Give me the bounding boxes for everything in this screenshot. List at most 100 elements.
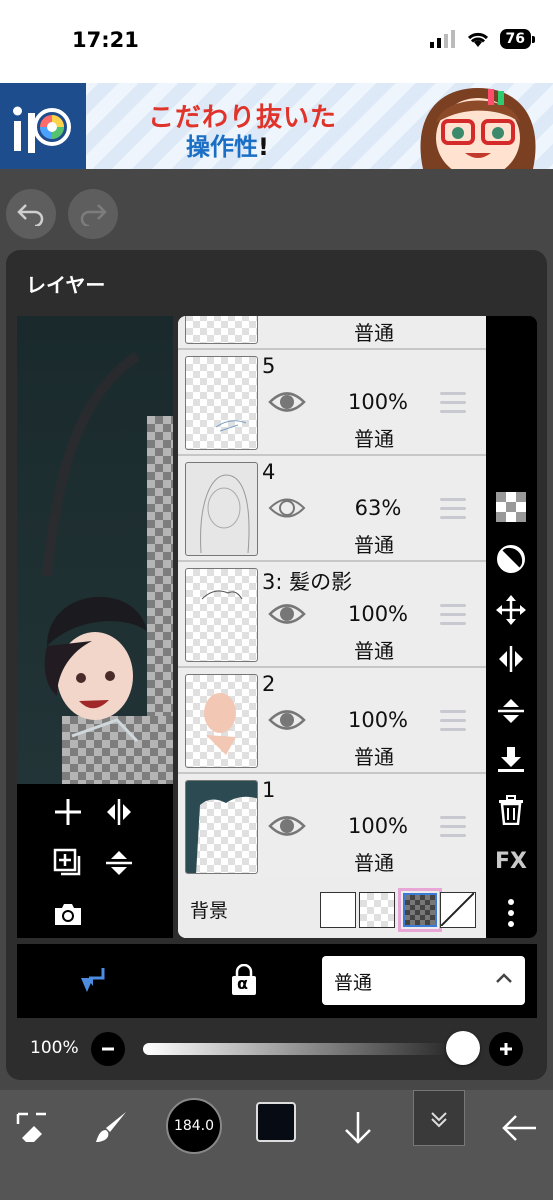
move-button[interactable]: [494, 593, 528, 627]
layer-name: 3: 髪の影: [262, 570, 353, 594]
layer-row-hidden-top[interactable]: 普通: [178, 316, 486, 350]
opacity-increase-button[interactable]: [489, 1032, 523, 1066]
arrow-left-icon: [502, 1115, 536, 1141]
camera-button[interactable]: [50, 896, 86, 932]
layer-blend-mode: 普通: [354, 533, 394, 557]
alpha-label: α: [237, 974, 248, 993]
background-none-swatch[interactable]: [440, 892, 476, 928]
visibility-eye-icon[interactable]: [268, 813, 306, 839]
chevron-down-icon: [431, 1112, 447, 1128]
layer-opacity: 100%: [347, 390, 409, 414]
flip-vertical-icon: [106, 851, 132, 875]
layer-row-5[interactable]: 5 100% 普通: [178, 350, 486, 456]
flip-vertical-icon: [498, 699, 524, 723]
duplicate-layer-icon: [53, 848, 81, 876]
merge-down-button[interactable]: [494, 743, 528, 777]
color-swatch[interactable]: [256, 1102, 296, 1142]
move-arrows-icon: [496, 595, 526, 625]
layer-row-2[interactable]: 2 100% 普通: [178, 668, 486, 774]
visibility-eye-icon[interactable]: [268, 389, 306, 415]
redo-button[interactable]: [68, 189, 118, 239]
clipping-button[interactable]: [77, 964, 109, 1000]
transform-eraser-button[interactable]: [2, 1098, 62, 1158]
flip-horizontal-icon: [499, 646, 523, 672]
ad-subheadline-text: 操作性: [186, 133, 258, 161]
layer-row-1[interactable]: 1 100% 普通: [178, 774, 486, 880]
status-time: 17:21: [72, 28, 139, 52]
flip-layer-horizontal-button[interactable]: [494, 642, 528, 676]
flip-vertical-button[interactable]: [101, 845, 137, 881]
reorder-handle-icon[interactable]: [440, 392, 466, 419]
back-button[interactable]: [490, 1098, 550, 1158]
ad-character-illustration: [403, 83, 553, 169]
reorder-handle-icon[interactable]: [440, 604, 466, 631]
layer-row-4[interactable]: 4 63% 普通: [178, 456, 486, 562]
visibility-eye-icon[interactable]: [268, 707, 306, 733]
layer-thumbnail: [185, 462, 258, 556]
more-options-button[interactable]: [494, 896, 528, 930]
layer-opacity: 63%: [354, 496, 402, 520]
canvas-preview[interactable]: [17, 316, 173, 784]
background-dark-checker-swatch[interactable]: [398, 888, 442, 932]
layer-tools-right: FX: [486, 316, 537, 938]
status-bar: 17:21 76: [0, 0, 553, 83]
character-portrait: [42, 351, 147, 743]
layer-thumbnail: [185, 356, 258, 450]
opacity-slider-knob[interactable]: [446, 1031, 480, 1065]
layer-name: 4: [262, 460, 276, 484]
layer-options-bar: α 普通: [17, 944, 537, 1018]
layer-thumbnail: [185, 568, 258, 662]
layer-name: 1: [262, 778, 276, 802]
opacity-label: 100%: [30, 1038, 79, 1058]
layer-panel-title: レイヤー: [26, 273, 106, 297]
clipping-arrow-icon: [81, 968, 105, 992]
wifi-icon: [467, 32, 488, 47]
visibility-eye-icon[interactable]: [268, 495, 306, 521]
chevron-up-icon: [496, 973, 512, 983]
undo-button[interactable]: [6, 189, 56, 239]
alpha-lock-button[interactable]: α: [229, 963, 259, 1000]
layer-row-3[interactable]: 3: 髪の影 100% 普通: [178, 562, 486, 668]
background-light-checker-swatch[interactable]: [359, 892, 395, 928]
opacity-slider-track[interactable]: [143, 1043, 463, 1055]
fx-button[interactable]: FX: [494, 844, 528, 878]
flip-horizontal-button[interactable]: [101, 794, 137, 830]
layer-list[interactable]: 普通 5 100% 普通 4 63% 普通 3: 髪の影 100% 普通 2 1…: [178, 316, 486, 938]
move-down-button[interactable]: [328, 1098, 388, 1158]
ad-subheadline: 操作性!: [186, 127, 269, 162]
opacity-slider-row: 100%: [17, 1024, 537, 1074]
duplicate-layer-button[interactable]: [50, 845, 86, 881]
ad-banner[interactable]: こだわり抜いた 操作性!: [0, 83, 553, 169]
status-icons: 76: [429, 29, 536, 49]
transparency-button[interactable]: [494, 490, 528, 524]
blend-mode-select[interactable]: 普通: [322, 956, 525, 1005]
layer-tools-left: [17, 784, 173, 938]
visibility-eye-icon[interactable]: [268, 601, 306, 627]
layer-blend-mode: 普通: [354, 745, 394, 769]
flip-layer-vertical-button[interactable]: [494, 694, 528, 728]
layer-blend-mode: 普通: [354, 639, 394, 663]
signal-icon: [429, 30, 455, 48]
invert-button[interactable]: [494, 542, 528, 576]
reorder-handle-icon[interactable]: [440, 816, 466, 843]
opacity-decrease-button[interactable]: [91, 1032, 125, 1066]
camera-icon: [55, 904, 81, 925]
plus-icon: [500, 1043, 512, 1055]
reorder-handle-icon[interactable]: [440, 710, 466, 737]
add-layer-button[interactable]: [50, 794, 86, 830]
layer-dropdown-button[interactable]: [413, 1090, 465, 1146]
undo-icon: [17, 204, 44, 226]
brush-tool-button[interactable]: [82, 1098, 142, 1158]
brush-size-indicator[interactable]: 184.0: [166, 1098, 222, 1154]
redo-icon: [80, 204, 107, 226]
reorder-handle-icon[interactable]: [440, 498, 466, 525]
checkerboard-icon: [496, 492, 526, 522]
delete-layer-button[interactable]: [494, 793, 528, 827]
arrow-down-icon: [345, 1112, 371, 1144]
layer-blend-mode: 普通: [354, 427, 394, 451]
background-white-swatch[interactable]: [320, 892, 356, 928]
layer-thumbnail: [185, 780, 258, 874]
layer-name: 2: [262, 672, 276, 696]
flip-horizontal-icon: [107, 799, 131, 825]
layer-opacity: 100%: [347, 708, 409, 732]
